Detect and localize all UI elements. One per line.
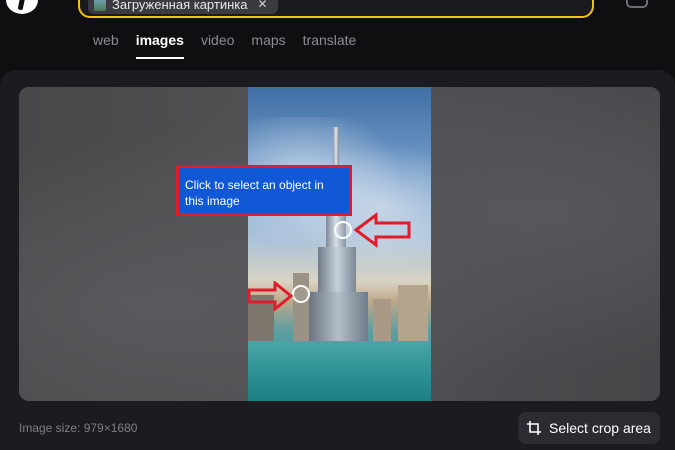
object-marker-tower[interactable] — [334, 221, 352, 239]
image-viewer[interactable] — [19, 87, 660, 401]
camera-search-icon[interactable] — [626, 0, 648, 8]
crop-icon — [527, 421, 542, 435]
tab-video[interactable]: video — [201, 31, 234, 59]
tab-maps[interactable]: maps — [251, 31, 285, 59]
search-tabs: web images video maps translate — [93, 31, 356, 59]
image-size-label: Image size: 979×1680 — [19, 421, 138, 435]
chip-label: Загруженная картинка — [112, 0, 248, 12]
object-marker-building[interactable] — [292, 285, 310, 303]
image-thumbnail-icon — [94, 0, 106, 11]
tab-web[interactable]: web — [93, 31, 119, 59]
tab-translate[interactable]: translate — [303, 31, 357, 59]
crop-button-label: Select crop area — [549, 420, 651, 436]
select-crop-area-button[interactable]: Select crop area — [518, 412, 660, 444]
object-select-tooltip: Click to select an object in this image — [176, 165, 352, 216]
arrow-left-icon — [354, 212, 411, 248]
logo[interactable] — [6, 0, 38, 14]
close-icon[interactable]: ✕ — [257, 0, 267, 11]
arrow-right-icon — [247, 281, 293, 311]
search-bar[interactable]: Загруженная картинка ✕ — [78, 0, 594, 18]
uploaded-image-chip[interactable]: Загруженная картинка ✕ — [88, 0, 278, 14]
tab-images[interactable]: images — [135, 31, 184, 59]
